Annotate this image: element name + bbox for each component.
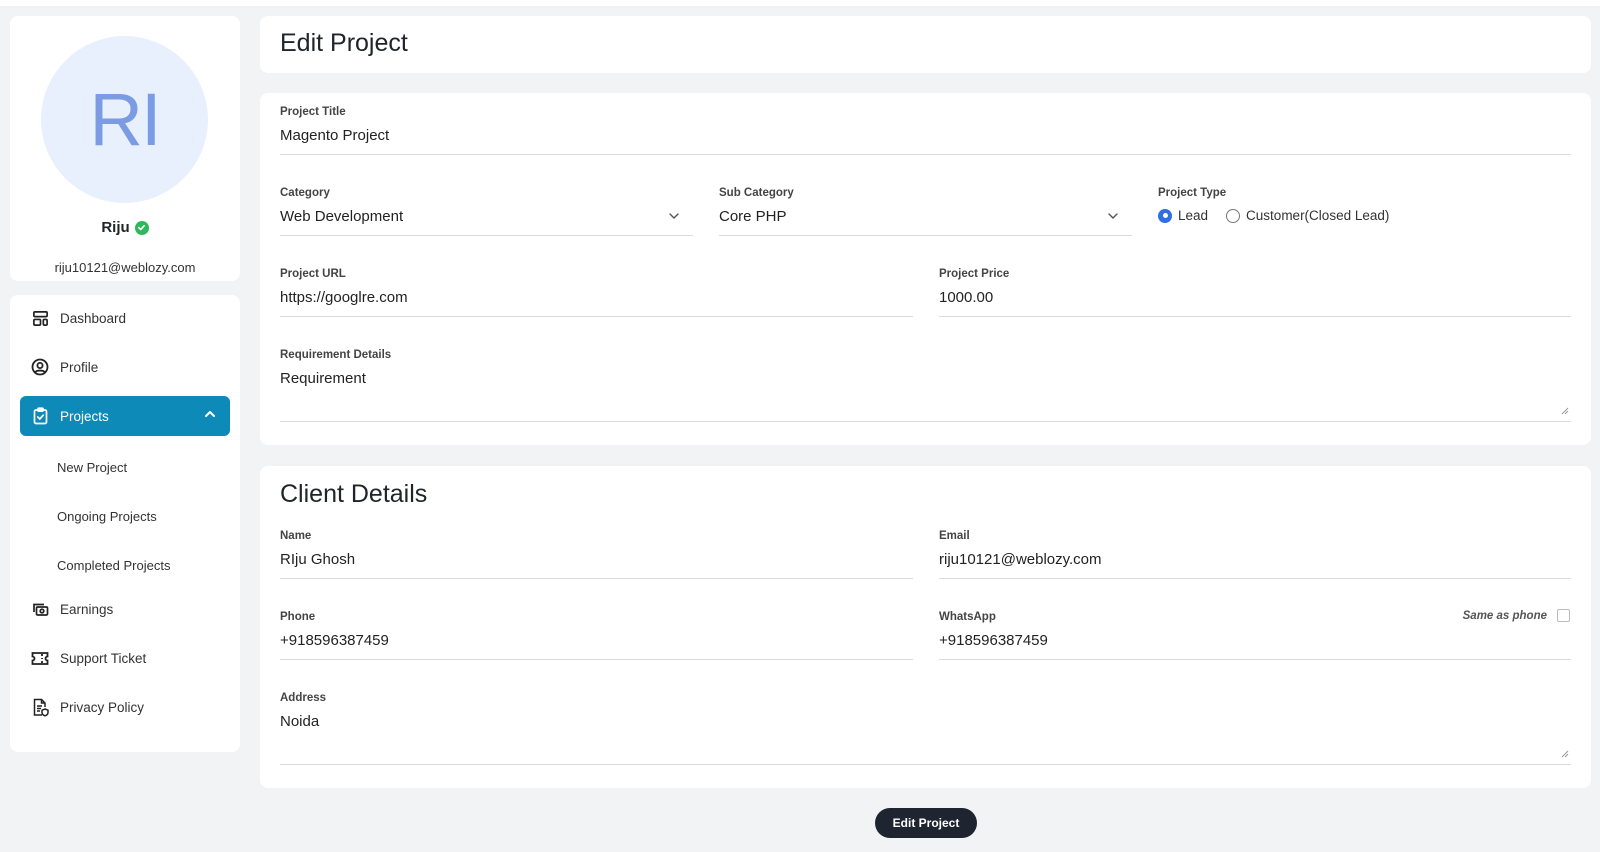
avatar: RI [41, 36, 208, 203]
sub-category-field: Sub Category Core PHP [719, 187, 1132, 236]
client-name-label: Name [280, 530, 312, 542]
profile-card: RI Riju riju10121@weblozy.com [10, 16, 240, 281]
sidebar-item-dashboard[interactable]: Dashboard [20, 298, 230, 338]
sub-category-label: Sub Category [719, 187, 794, 199]
client-email-field: Email riju10121@weblozy.com [939, 530, 1571, 579]
sidebar-subitem-completed-projects[interactable]: Completed Projects [57, 550, 170, 580]
category-field: Category Web Development [280, 187, 693, 236]
project-title-label: Project Title [280, 106, 346, 118]
project-type-radio-group: Lead Customer(Closed Lead) [1158, 208, 1571, 223]
same-as-phone-checkbox[interactable] [1557, 609, 1570, 622]
sidebar-subitem-ongoing-projects[interactable]: Ongoing Projects [57, 501, 157, 531]
project-url-field: Project URL https://googlre.com [280, 268, 913, 317]
sidebar-item-label: Support Ticket [60, 650, 147, 666]
client-details-title: Client Details [280, 480, 428, 508]
project-type-label: Project Type [1158, 187, 1227, 199]
project-price-input[interactable]: 1000.00 [939, 289, 1571, 317]
clipboard-check-icon [30, 406, 50, 426]
same-as-phone-toggle: Same as phone [1463, 609, 1570, 622]
document-shield-icon [30, 697, 50, 717]
category-label: Category [280, 187, 330, 199]
client-details-card: Client Details Name RIju Ghosh Email rij… [260, 466, 1591, 788]
project-details-card: Project Title Magento Project Category W… [260, 93, 1591, 445]
radio-lead-label[interactable]: Lead [1178, 208, 1208, 223]
cash-icon [30, 599, 50, 619]
sidebar-subitem-new-project[interactable]: New Project [57, 452, 127, 482]
client-whatsapp-input[interactable]: +918596387459 [939, 632, 1571, 660]
sidebar-item-label: Profile [60, 359, 99, 375]
requirement-details-textarea[interactable]: Requirement [280, 370, 1571, 422]
project-type-field: Project Type Lead Customer(Closed Lead) [1158, 187, 1571, 223]
resize-grip-icon[interactable] [1561, 745, 1569, 762]
client-address-value: Noida [280, 713, 320, 730]
resize-grip-icon[interactable] [1561, 402, 1569, 419]
sidebar-item-profile[interactable]: Profile [20, 347, 230, 387]
project-url-input[interactable]: https://googlre.com [280, 289, 913, 317]
requirement-details-value: Requirement [280, 370, 366, 387]
project-url-label: Project URL [280, 268, 346, 280]
sidebar-item-support-ticket[interactable]: Support Ticket [20, 638, 230, 678]
dashboard-icon [30, 308, 50, 328]
sidebar-item-projects[interactable]: Projects [20, 396, 230, 436]
sidebar-item-label: Earnings [60, 601, 114, 617]
sidebar-item-earnings[interactable]: Earnings [20, 589, 230, 629]
category-selected-value: Web Development [280, 208, 404, 225]
chevron-down-icon [667, 209, 681, 227]
client-address-field: Address Noida [280, 692, 1571, 765]
sidebar-item-privacy-policy[interactable]: Privacy Policy [20, 687, 230, 727]
chevron-down-icon [1106, 209, 1120, 227]
client-email-label: Email [939, 530, 970, 542]
radio-customer-label[interactable]: Customer(Closed Lead) [1246, 208, 1389, 223]
client-phone-label: Phone [280, 611, 316, 623]
requirement-details-field: Requirement Details Requirement [280, 349, 1571, 422]
ticket-icon [30, 648, 50, 668]
sidebar-item-label: Projects [60, 408, 109, 424]
same-as-phone-label[interactable]: Same as phone [1463, 610, 1547, 622]
client-phone-input[interactable]: +918596387459 [280, 632, 913, 660]
sidebar-item-label: Privacy Policy [60, 699, 145, 715]
sidebar-nav: Dashboard Profile Projects New Project O… [10, 295, 240, 752]
client-email-input[interactable]: riju10121@weblozy.com [939, 551, 1571, 579]
sub-category-select[interactable]: Core PHP [719, 208, 1132, 236]
client-phone-field: Phone +918596387459 [280, 611, 913, 660]
project-price-label: Project Price [939, 268, 1010, 280]
radio-lead[interactable] [1158, 208, 1172, 223]
client-name-field: Name RIju Ghosh [280, 530, 913, 579]
project-title-field: Project Title Magento Project [280, 106, 1571, 155]
requirement-details-label: Requirement Details [280, 349, 392, 361]
top-strip [0, 0, 1600, 6]
radio-customer[interactable] [1226, 208, 1241, 223]
page-header: Edit Project [260, 16, 1591, 73]
project-title-input[interactable]: Magento Project [280, 127, 1571, 155]
client-address-textarea[interactable]: Noida [280, 713, 1571, 765]
verified-check-icon [134, 220, 149, 235]
user-email: riju10121@weblozy.com [54, 260, 196, 275]
client-address-label: Address [280, 692, 327, 704]
sub-category-selected-value: Core PHP [719, 208, 787, 225]
client-name-input[interactable]: RIju Ghosh [280, 551, 913, 579]
page-title: Edit Project [280, 29, 408, 57]
category-select[interactable]: Web Development [280, 208, 693, 236]
chevron-up-icon[interactable] [204, 408, 216, 423]
user-name-row: Riju [10, 219, 240, 236]
user-name: Riju [101, 219, 130, 236]
edit-project-submit-button[interactable]: Edit Project [875, 808, 977, 838]
project-price-field: Project Price 1000.00 [939, 268, 1571, 317]
sidebar-item-label: Dashboard [60, 310, 127, 326]
user-circle-icon [30, 357, 50, 377]
